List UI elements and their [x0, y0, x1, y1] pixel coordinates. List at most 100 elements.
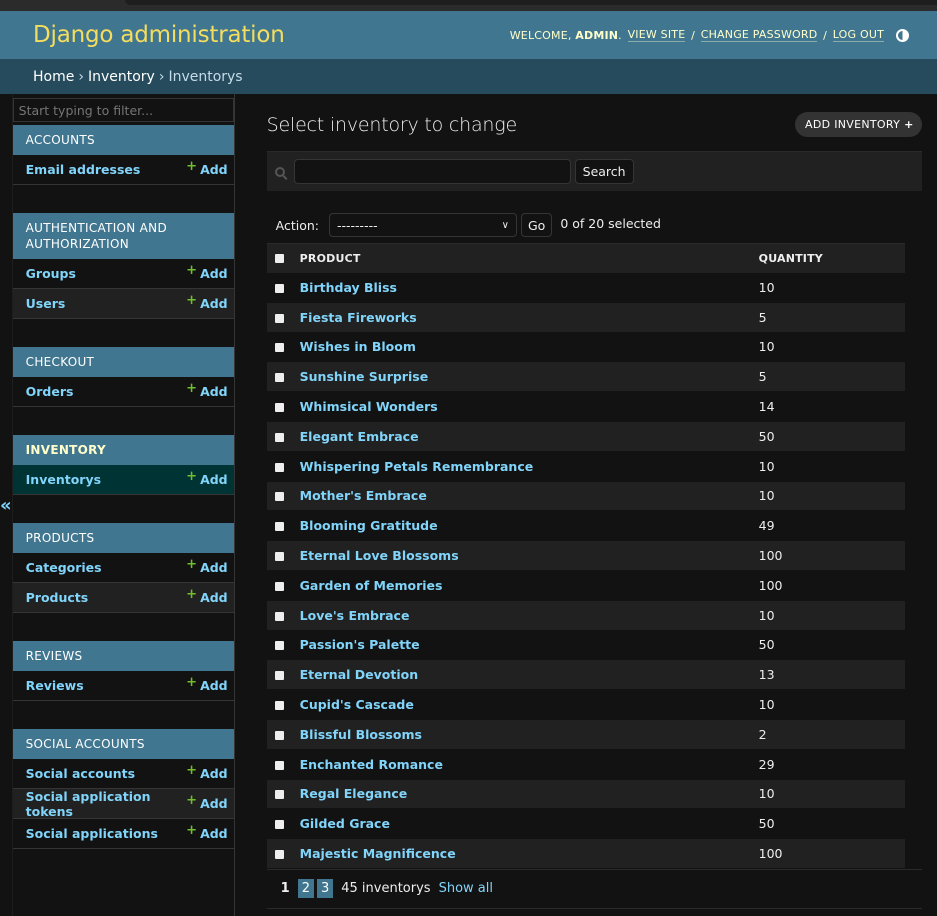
add-link[interactable]: + Add — [186, 763, 227, 782]
product-link[interactable]: Blooming Gratitude — [300, 518, 438, 533]
model-link[interactable]: Groups — [26, 266, 76, 281]
product-link[interactable]: Passion's Palette — [300, 637, 420, 652]
sidebar-collapse-toggle[interactable]: « — [0, 94, 13, 916]
row-checkbox[interactable] — [274, 790, 284, 800]
page-link-2[interactable]: 2 — [297, 879, 314, 899]
product-link[interactable]: Whimsical Wonders — [300, 399, 438, 414]
product-link[interactable]: Fiesta Fireworks — [300, 310, 417, 325]
row-checkbox[interactable] — [274, 671, 284, 681]
row-checkbox[interactable] — [274, 581, 284, 591]
row-checkbox[interactable] — [274, 760, 284, 770]
row-checkbox[interactable] — [274, 283, 284, 293]
double-chevron-left-icon[interactable]: « — [0, 495, 12, 516]
product-link[interactable]: Sunshine Surprise — [300, 369, 429, 384]
product-link[interactable]: Mother's Embrace — [300, 488, 427, 503]
column-header-product[interactable]: PRODUCT — [292, 243, 759, 273]
model-link[interactable]: Social accounts — [26, 766, 135, 781]
add-link[interactable]: + Add — [186, 675, 227, 694]
row-checkbox[interactable] — [274, 730, 284, 740]
change-password-link[interactable]: CHANGE PASSWORD — [700, 28, 818, 42]
add-label: Add — [200, 795, 228, 811]
add-link[interactable]: + Add — [186, 293, 227, 312]
table-row: Blooming Gratitude 49 — [266, 510, 905, 542]
model-link[interactable]: Orders — [26, 384, 74, 399]
page-link-3[interactable]: 3 — [316, 879, 334, 899]
row-checkbox[interactable] — [274, 492, 284, 502]
product-link[interactable]: Eternal Love Blossoms — [300, 548, 459, 563]
row-select-cell — [266, 332, 293, 363]
model-link[interactable]: Categories — [26, 560, 102, 575]
add-link[interactable]: + Add — [186, 263, 228, 282]
add-link[interactable]: + Add — [186, 469, 227, 488]
show-all-link[interactable]: Show all — [439, 881, 493, 896]
model-link[interactable]: Reviews — [26, 678, 84, 693]
row-checkbox[interactable] — [274, 432, 284, 442]
model-link[interactable]: Products — [26, 590, 89, 605]
model-link[interactable]: Social application tokens — [26, 789, 187, 819]
row-checkbox[interactable] — [274, 701, 284, 711]
view-site-link[interactable]: VIEW SITE — [627, 28, 686, 42]
row-checkbox[interactable] — [274, 522, 284, 532]
quantity-cell: 10 — [758, 332, 905, 363]
select-all-checkbox[interactable] — [274, 254, 284, 264]
module-caption[interactable]: REVIEWS — [12, 641, 234, 671]
product-link[interactable]: Wishes in Bloom — [300, 339, 416, 354]
add-link[interactable]: + Add — [186, 557, 227, 576]
log-out-link[interactable]: LOG OUT — [832, 28, 884, 42]
add-inventory-button[interactable]: ADD INVENTORY + — [795, 112, 922, 137]
row-checkbox[interactable] — [274, 552, 284, 562]
search-button[interactable]: Search — [574, 159, 634, 184]
module-caption[interactable]: INVENTORY — [12, 435, 234, 465]
row-checkbox[interactable] — [274, 403, 284, 413]
row-checkbox[interactable] — [274, 611, 284, 621]
product-link[interactable]: Blissful Blossoms — [300, 727, 422, 742]
product-link[interactable]: Gilded Grace — [300, 816, 390, 831]
row-checkbox[interactable] — [274, 641, 284, 651]
add-link[interactable]: + Add — [186, 381, 227, 400]
product-link[interactable]: Love's Embrace — [300, 608, 410, 623]
row-checkbox[interactable] — [274, 313, 284, 323]
column-header-quantity[interactable]: QUANTITY — [758, 243, 905, 273]
add-link[interactable]: + Add — [186, 793, 228, 812]
model-link[interactable]: Inventorys — [26, 472, 101, 487]
module-accounts: ACCOUNTS Email addresses + Add — [12, 125, 234, 185]
add-link[interactable]: + Add — [186, 587, 227, 606]
module-caption[interactable]: ACCOUNTS — [12, 125, 234, 155]
product-link[interactable]: Majestic Magnificence — [300, 846, 456, 861]
model-link[interactable]: Users — [26, 296, 66, 311]
row-checkbox[interactable] — [274, 850, 284, 860]
model-link[interactable]: Social applications — [26, 826, 158, 841]
row-checkbox[interactable] — [274, 343, 284, 353]
action-select[interactable]: --------- ∨ — [329, 213, 517, 237]
add-label: Add — [200, 265, 228, 281]
sidebar-item-categories: Categories + Add — [12, 553, 234, 583]
table-row: Blissful Blossoms 2 — [266, 719, 905, 750]
product-link[interactable]: Enchanted Romance — [300, 757, 443, 772]
nav-filter-input[interactable] — [12, 98, 234, 122]
product-link[interactable]: Whispering Petals Remembrance — [300, 459, 534, 474]
module-caption[interactable]: CHECKOUT — [12, 347, 234, 377]
theme-toggle-icon[interactable] — [896, 28, 909, 42]
result-count: 45 inventorys — [341, 881, 431, 897]
search-input[interactable] — [293, 159, 571, 184]
row-checkbox[interactable] — [274, 820, 284, 830]
model-link[interactable]: Email addresses — [26, 162, 141, 177]
site-branding[interactable]: Django administration — [33, 22, 285, 48]
product-link[interactable]: Cupid's Cascade — [300, 697, 414, 712]
product-link[interactable]: Regal Elegance — [300, 786, 408, 801]
module-caption[interactable]: SOCIAL ACCOUNTS — [12, 729, 234, 759]
row-checkbox[interactable] — [274, 462, 284, 472]
row-checkbox[interactable] — [274, 373, 284, 383]
go-button[interactable]: Go — [521, 213, 553, 237]
breadcrumb-inventory[interactable]: Inventory — [88, 69, 155, 85]
product-link[interactable]: Birthday Bliss — [300, 280, 397, 295]
add-link[interactable]: + Add — [186, 823, 227, 842]
module-caption[interactable]: PRODUCTS — [12, 523, 234, 553]
product-link[interactable]: Elegant Embrace — [300, 429, 419, 444]
add-link[interactable]: + Add — [186, 159, 227, 178]
row-select-cell — [266, 540, 293, 571]
breadcrumb-home[interactable]: Home — [33, 69, 74, 85]
module-caption[interactable]: AUTHENTICATION AND AUTHORIZATION — [12, 213, 234, 259]
product-link[interactable]: Eternal Devotion — [300, 667, 418, 682]
product-link[interactable]: Garden of Memories — [300, 578, 443, 593]
